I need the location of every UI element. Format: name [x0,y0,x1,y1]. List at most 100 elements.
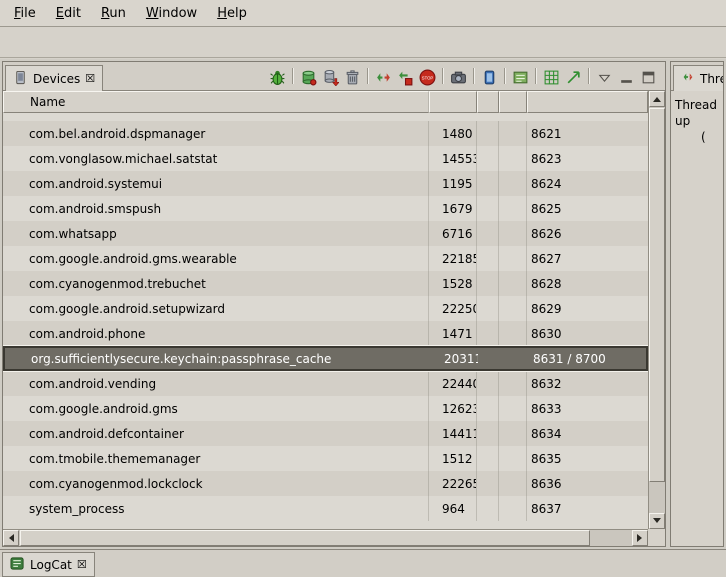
table-row[interactable]: com.google.android.setupwizard222508629 [3,296,648,321]
cell-c3 [477,421,499,446]
tab-threads[interactable]: Threa [673,65,724,91]
maximize-icon[interactable] [638,67,659,87]
menu-item-run[interactable]: Run [91,2,136,25]
scrollbar-corner [648,529,665,546]
menu-bar: File Edit Run Window Help [0,0,726,27]
cell-name: com.vonglasow.michael.satstat [3,146,429,171]
table-row[interactable]: com.whatsapp67168626 [3,221,648,246]
minimize-icon[interactable] [616,67,637,87]
cell-name: system_process [3,496,429,521]
view-menu-icon[interactable] [594,67,615,87]
cell-name: com.tmobile.thememanager [3,446,429,471]
dump-hprof-icon[interactable] [320,67,341,87]
cell-c3 [477,196,499,221]
scroll-right-button[interactable] [632,530,648,546]
svg-text:STOP: STOP [422,75,434,80]
vertical-scroll-track[interactable] [649,107,665,513]
cell-c3 [477,471,499,496]
table-row[interactable]: com.android.vending224408632 [3,371,648,396]
menu-item-edit[interactable]: Edit [46,2,91,25]
toolbar-separator [442,68,444,84]
stop-process-icon[interactable]: STOP [417,67,438,87]
horizontal-scroll-thumb[interactable] [20,530,590,546]
cell-c3 [477,271,499,296]
cell-port: 8626 [527,221,648,246]
toolbar-separator [292,68,294,84]
tracer-icon[interactable] [563,67,584,87]
cell-c3 [477,221,499,246]
vertical-scroll-thumb[interactable] [649,108,665,482]
cell-pid: 964 [429,496,477,521]
scroll-down-button[interactable] [649,513,665,529]
horizontal-scroll-track[interactable] [19,530,632,546]
column-header-c4[interactable] [499,91,527,113]
workspace: Devices ☒ STOP Name com.bel.android.dspm… [0,59,726,549]
column-header-port[interactable] [527,91,648,113]
opengl-trace-icon[interactable] [541,67,562,87]
tab-logcat[interactable]: LogCat ☒ [2,552,95,577]
cell-name: com.bel.android.dspmanager [3,121,429,146]
table-row[interactable]: com.cyanogenmod.lockclock222658636 [3,471,648,496]
cause-gc-icon[interactable] [342,67,363,87]
close-icon[interactable]: ☒ [77,559,87,570]
table-row[interactable]: com.android.smspush16798625 [3,196,648,221]
cell-c4 [499,221,527,246]
toolbar-separator [473,68,475,84]
column-header-c3[interactable] [477,91,499,113]
cell-port: 8631 / 8700 [529,348,646,369]
toolbar-separator [367,68,369,84]
menu-item-file[interactable]: File [4,2,46,25]
close-icon[interactable]: ☒ [85,73,95,84]
table-row[interactable]: com.google.android.gms126238633 [3,396,648,421]
tab-devices[interactable]: Devices ☒ [5,65,103,91]
table-row[interactable]: com.tmobile.thememanager15128635 [3,446,648,471]
cell-port: 8632 [527,371,648,396]
menu-item-window[interactable]: Window [136,2,207,25]
column-header-pid[interactable] [429,91,477,113]
table-row[interactable]: org.sufficientlysecure.keychain:passphra… [3,346,648,371]
table-row[interactable]: com.android.systemui11958624 [3,171,648,196]
cell-c3 [477,446,499,471]
table-row[interactable]: com.android.phone14718630 [3,321,648,346]
tab-logcat-label: LogCat [30,558,72,572]
column-header-name[interactable]: Name [3,91,429,113]
cell-port: 8630 [527,321,648,346]
table-row[interactable]: com.vonglasow.michael.satstat14553 8623 [3,146,648,171]
method-profiling-icon[interactable] [395,67,416,87]
cell-c4 [499,396,527,421]
cell-c3 [477,496,499,521]
arrow-right-icon [637,534,646,542]
arrow-down-icon [653,518,661,527]
table-row[interactable]: com.cyanogenmod.trebuchet15288628 [3,271,648,296]
table-row[interactable]: com.android.defcontainer144118634 [3,421,648,446]
scroll-up-button[interactable] [649,91,665,107]
horizontal-scrollbar[interactable] [3,529,648,546]
device-icon [13,70,28,88]
cell-c4 [499,371,527,396]
cell-port: 8623 [527,146,648,171]
cell-c4 [499,271,527,296]
menu-item-help[interactable]: Help [207,2,257,25]
cell-c4 [499,321,527,346]
ui-automator-icon[interactable] [479,67,500,87]
cell-c4 [501,348,529,369]
table-row[interactable]: system_process9648637 [3,496,648,521]
scroll-left-button[interactable] [3,530,19,546]
cell-name: com.google.android.setupwizard [3,296,429,321]
table-row[interactable]: com.bel.android.dspmanager14808621 [3,121,648,146]
cell-c3 [477,296,499,321]
threads-message-line1: Thread up [675,97,719,129]
devices-toolbar: STOP [267,67,663,90]
cell-pid: 14553 [429,146,477,171]
cell-c4 [499,121,527,146]
update-heap-icon[interactable] [298,67,319,87]
toolbar-separator [588,68,590,84]
update-threads-icon[interactable] [373,67,394,87]
cell-port: 8633 [527,396,648,421]
cell-name: com.android.vending [3,371,429,396]
debug-icon[interactable] [267,67,288,87]
systrace-icon[interactable] [510,67,531,87]
table-row[interactable]: com.google.android.gms.wearable221858627 [3,246,648,271]
vertical-scrollbar[interactable] [648,91,665,529]
screen-capture-icon[interactable] [448,67,469,87]
